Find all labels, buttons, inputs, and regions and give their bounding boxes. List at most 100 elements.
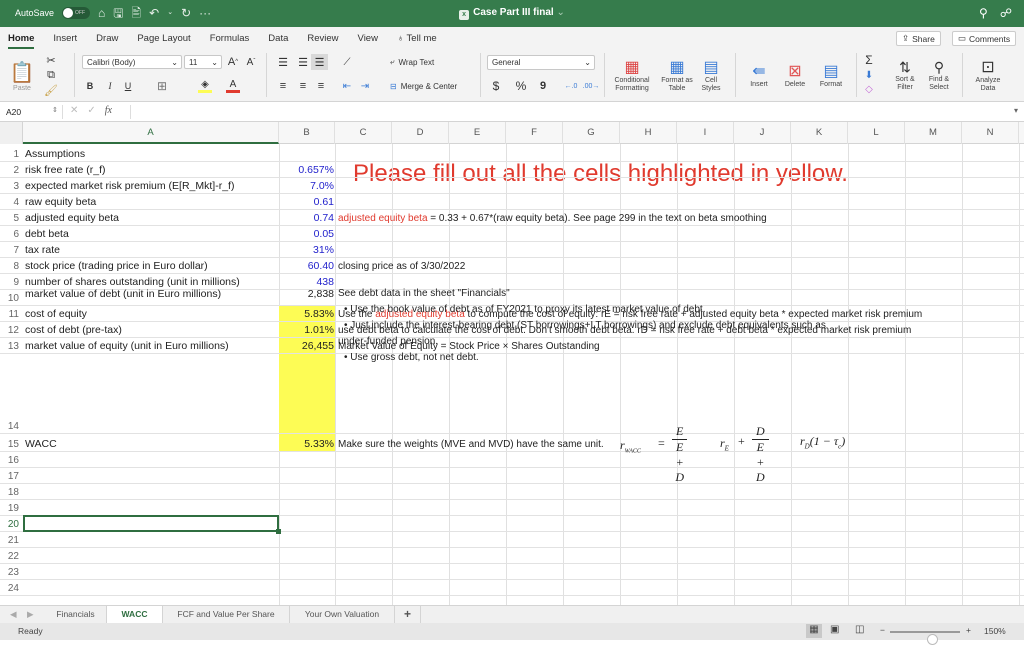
cell-label[interactable]: debt beta xyxy=(25,228,69,240)
increase-decimal-icon[interactable]: ←.0 xyxy=(564,78,578,94)
tell-me[interactable]: ♁ Tell me xyxy=(397,33,437,44)
bold-button[interactable]: B xyxy=(84,79,96,93)
enter-icon[interactable]: ✓ xyxy=(87,105,95,116)
tab-data[interactable]: Data xyxy=(268,33,288,44)
row-header[interactable]: 15 xyxy=(0,434,23,451)
font-name-select[interactable]: Calibri (Body) ⌄ xyxy=(82,55,182,69)
next-sheet-icon[interactable]: ▶ xyxy=(27,609,34,620)
cell-note[interactable]: Make sure the weights (MVE and MVD) have… xyxy=(338,439,604,450)
cell-value[interactable]: 0.61 xyxy=(279,196,334,208)
tab-home[interactable]: Home xyxy=(8,33,35,49)
align-right-icon[interactable]: ≡ xyxy=(314,79,328,93)
column-header-c[interactable]: C xyxy=(335,122,392,144)
tab-insert[interactable]: Insert xyxy=(53,33,77,44)
align-bottom-icon[interactable]: ☰ xyxy=(311,54,328,70)
selected-cell-a20[interactable] xyxy=(23,515,279,532)
share-button[interactable]: ⇪ Share xyxy=(896,31,941,46)
cell-note[interactable]: adjusted equity beta = 0.33 + 0.67*(raw … xyxy=(338,213,767,224)
cell-label[interactable]: cost of equity xyxy=(25,308,87,320)
align-middle-icon[interactable]: ☰ xyxy=(296,55,310,69)
cell-label[interactable]: risk free rate (r_f) xyxy=(25,164,106,176)
decrease-decimal-icon[interactable]: .00→ xyxy=(583,78,600,94)
insert-function-icon[interactable]: fx xyxy=(105,105,112,116)
cell-value[interactable]: 5.33% xyxy=(279,438,334,450)
font-size-select[interactable]: 11 ⌄ xyxy=(184,55,222,69)
row-header[interactable]: 6 xyxy=(0,226,23,241)
name-box-stepper-icon[interactable]: ⇕ xyxy=(52,106,58,114)
zoom-out-button[interactable]: − xyxy=(880,625,885,635)
document-title[interactable]: x Case Part III final ⌄ xyxy=(0,7,1024,20)
row-header[interactable]: 11 xyxy=(0,306,23,321)
row-header[interactable]: 17 xyxy=(0,468,23,483)
tab-draw[interactable]: Draw xyxy=(96,33,118,44)
cut-icon[interactable]: ✂ xyxy=(44,53,58,67)
cell-label[interactable]: raw equity beta xyxy=(25,196,96,208)
row-header[interactable]: 18 xyxy=(0,484,23,499)
expand-formula-icon[interactable]: ▾ xyxy=(1014,106,1018,115)
row-header[interactable]: 16 xyxy=(0,452,23,467)
currency-button[interactable]: $ xyxy=(490,78,502,94)
tab-page-layout[interactable]: Page Layout xyxy=(137,33,190,44)
fill-icon[interactable]: ⬇ xyxy=(862,69,876,81)
format-cells-button[interactable]: ▤ Format xyxy=(814,52,848,98)
tab-formulas[interactable]: Formulas xyxy=(210,33,250,44)
decrease-indent-icon[interactable]: ⇤ xyxy=(340,79,354,93)
row-header[interactable]: 10 xyxy=(0,290,23,305)
zoom-slider[interactable] xyxy=(890,631,960,645)
italic-button[interactable]: I xyxy=(104,79,116,93)
cell-styles-button[interactable]: ▤ Cell Styles xyxy=(696,52,726,98)
cell-value[interactable]: 26,455 xyxy=(279,340,334,352)
row-header[interactable]: 4 xyxy=(0,194,23,209)
normal-view-icon[interactable]: ▦ xyxy=(806,624,822,638)
increase-indent-icon[interactable]: ⇥ xyxy=(358,79,372,93)
autosum-icon[interactable]: Σ xyxy=(862,53,876,67)
cell-value[interactable]: 31% xyxy=(279,244,334,256)
column-header-h[interactable]: H xyxy=(620,122,677,144)
sheet-tab-your-own-valuation[interactable]: Your Own Valuation xyxy=(290,606,395,623)
zoom-level[interactable]: 150% xyxy=(984,626,1006,636)
cell-label[interactable]: market value of equity (unit in Euro mil… xyxy=(25,340,229,352)
page-break-view-icon[interactable]: ◫ xyxy=(855,624,864,635)
row-header[interactable]: 12 xyxy=(0,322,23,337)
column-header-l[interactable]: L xyxy=(848,122,905,144)
cell-note[interactable]: See debt data in the sheet "Financials" xyxy=(338,288,510,299)
formula-input[interactable] xyxy=(130,105,1010,119)
conditional-formatting-button[interactable]: ▦ Conditional Formatting xyxy=(608,52,656,98)
sheet-tab-financials[interactable]: Financials xyxy=(45,606,107,623)
borders-icon[interactable]: ⊞ xyxy=(155,79,169,93)
cell-value[interactable]: 0.657% xyxy=(279,164,334,176)
cancel-icon[interactable]: ✕ xyxy=(70,105,78,116)
delete-cells-button[interactable]: ⊠ Delete xyxy=(778,52,812,98)
column-header-m[interactable]: M xyxy=(905,122,962,144)
format-as-table-button[interactable]: ▦ Format as Table xyxy=(658,52,696,98)
sort-filter-button[interactable]: ⇅ Sort & Filter xyxy=(888,52,922,98)
row-header[interactable]: 23 xyxy=(0,564,23,579)
row-header[interactable]: 13 xyxy=(0,338,23,353)
column-header-e[interactable]: E xyxy=(449,122,506,144)
row-header[interactable]: 24 xyxy=(0,580,23,595)
percent-button[interactable]: % xyxy=(514,78,528,94)
align-center-icon[interactable]: ≡ xyxy=(296,79,310,93)
find-select-button[interactable]: ⚲ Find & Select xyxy=(922,52,956,98)
cell-value[interactable]: 5.83% xyxy=(279,308,334,320)
cell-label[interactable]: Assumptions xyxy=(25,148,85,160)
prev-sheet-icon[interactable]: ◀ xyxy=(10,609,17,620)
cell-note[interactable]: closing price as of 3/30/2022 xyxy=(338,261,465,272)
cell-value[interactable]: 1.01% xyxy=(279,324,334,336)
row-header[interactable]: 3 xyxy=(0,178,23,193)
cell-label[interactable]: tax rate xyxy=(25,244,60,256)
comma-button[interactable]: 9 xyxy=(538,78,548,94)
number-format-select[interactable]: General ⌄ xyxy=(487,55,595,70)
zoom-in-button[interactable]: + xyxy=(966,625,971,635)
orientation-icon[interactable]: ⟋ xyxy=(340,55,354,69)
wrap-text-button[interactable]: ⤶ Wrap Text xyxy=(390,55,460,69)
fill-color-icon[interactable]: ◈ xyxy=(198,79,212,93)
cell-value[interactable]: 60.40 xyxy=(279,260,334,272)
row-header[interactable]: 14 xyxy=(0,354,23,433)
row-header[interactable]: 2 xyxy=(0,162,23,177)
cell-value[interactable]: 2,838 xyxy=(279,288,334,300)
cell-label[interactable]: market value of debt (unit in Euro milli… xyxy=(25,288,221,300)
format-painter-icon[interactable]: 🖌 xyxy=(44,83,58,97)
spreadsheet-grid[interactable]: ABCDEFGHIJKLMN Please fill out all the c… xyxy=(0,122,1024,605)
clear-icon[interactable]: ◇ xyxy=(862,83,876,95)
